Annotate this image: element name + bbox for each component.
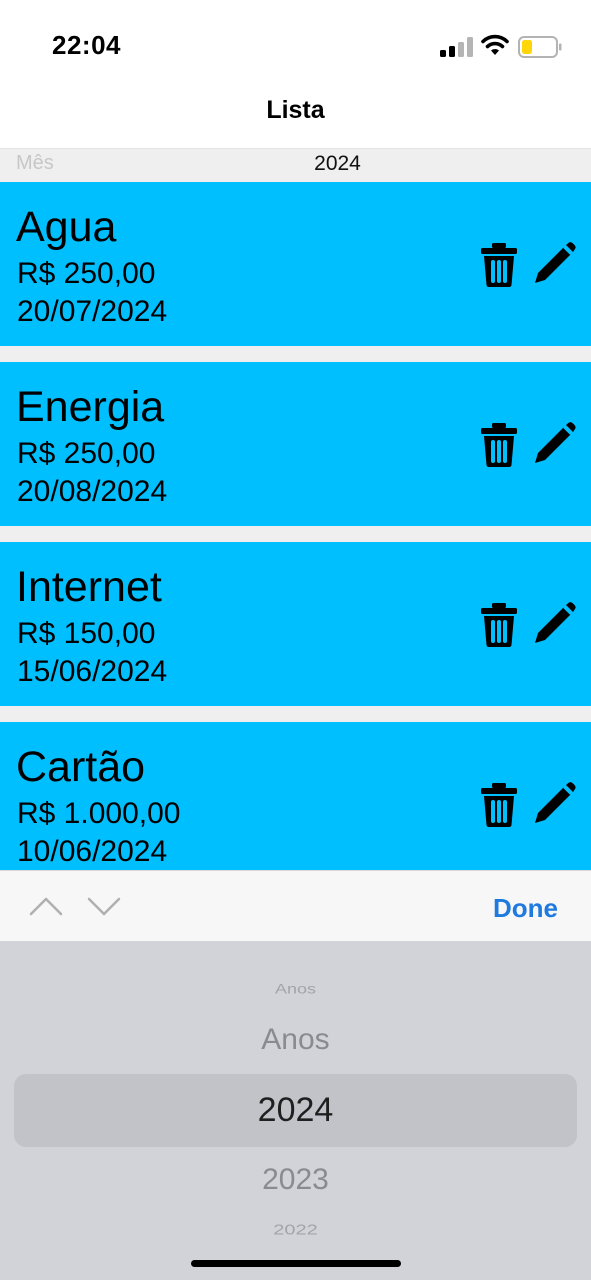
picker-option-selected[interactable]: 2024 — [0, 1091, 591, 1130]
chevron-up-icon[interactable] — [28, 893, 64, 919]
battery-low-icon — [518, 36, 562, 58]
home-indicator[interactable] — [191, 1260, 401, 1267]
picker-option[interactable]: 2022 — [0, 1222, 591, 1239]
item-amount: R$ 250,00 — [17, 437, 156, 470]
page-title: Lista — [266, 96, 325, 124]
item-name: Internet — [16, 563, 162, 611]
year-picker[interactable]: Anos Anos 2024 2023 2022 — [0, 941, 591, 1280]
status-bar: 22:04 — [0, 0, 591, 90]
list-item[interactable]: Energia R$ 250,00 20/08/2024 — [0, 362, 591, 526]
pencil-icon[interactable] — [532, 242, 576, 286]
status-time: 22:04 — [52, 30, 121, 60]
trash-icon[interactable] — [480, 422, 518, 468]
trash-icon[interactable] — [480, 602, 518, 648]
item-amount: R$ 150,00 — [17, 617, 156, 650]
wifi-icon — [481, 34, 509, 55]
bill-list[interactable]: Agua R$ 250,00 20/07/2024 Energia R$ 250… — [0, 182, 591, 870]
trash-icon[interactable] — [480, 782, 518, 828]
item-name: Cartão — [16, 743, 146, 791]
filter-bar: Mês 2024 — [0, 148, 591, 182]
picker-option[interactable]: Anos — [0, 1023, 591, 1057]
item-due-date: 20/08/2024 — [17, 475, 168, 508]
item-name: Agua — [16, 203, 117, 251]
done-button[interactable]: Done — [493, 893, 558, 924]
item-due-date: 15/06/2024 — [17, 655, 168, 688]
item-amount: R$ 1.000,00 — [17, 797, 181, 830]
picker-toolbar: Done — [0, 870, 591, 941]
item-due-date: 10/06/2024 — [17, 835, 168, 868]
item-amount: R$ 250,00 — [17, 257, 156, 290]
trash-icon[interactable] — [480, 242, 518, 288]
picker-option[interactable]: 2023 — [0, 1163, 591, 1197]
pencil-icon[interactable] — [532, 782, 576, 826]
pencil-icon[interactable] — [532, 602, 576, 646]
item-name: Energia — [16, 383, 165, 431]
list-item[interactable]: Internet R$ 150,00 15/06/2024 — [0, 542, 591, 706]
cellular-signal-icon — [440, 37, 473, 57]
pencil-icon[interactable] — [532, 422, 576, 466]
list-item[interactable]: Agua R$ 250,00 20/07/2024 — [0, 182, 591, 346]
chevron-down-icon[interactable] — [86, 893, 122, 919]
item-due-date: 20/07/2024 — [17, 295, 168, 328]
picker-option[interactable]: Anos — [0, 982, 591, 998]
year-filter[interactable]: 2024 — [0, 152, 591, 176]
list-item[interactable]: Cartão R$ 1.000,00 10/06/2024 — [0, 722, 591, 870]
